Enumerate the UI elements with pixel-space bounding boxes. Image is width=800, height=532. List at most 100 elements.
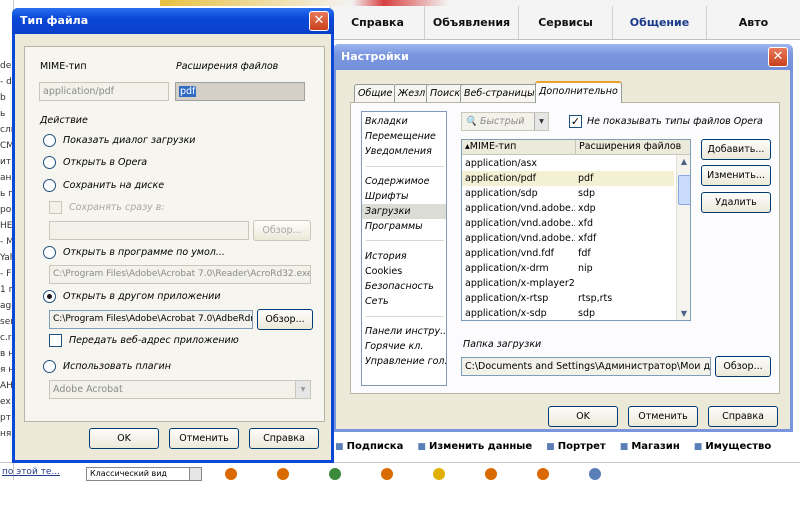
settings-cancel-button[interactable]: Отменить xyxy=(628,406,698,427)
column-header-ext[interactable]: Расширения файлов xyxy=(576,140,690,155)
radio-use-plugin[interactable] xyxy=(43,360,56,373)
filetype-cancel-button[interactable]: Отменить xyxy=(169,428,239,449)
add-button[interactable]: Добавить... xyxy=(701,139,771,160)
scroll-down-icon[interactable]: ▼ xyxy=(677,307,690,320)
mime-row[interactable]: application/vnd.adobe.x...xdp xyxy=(462,201,674,216)
bottom-link[interactable]: по этой те... xyxy=(2,467,60,477)
tab-webpages[interactable]: Веб-страницы xyxy=(460,84,539,102)
radio-show-download-dialog[interactable] xyxy=(43,134,56,147)
mime-cell: application/x-drm xyxy=(465,263,549,274)
mime-list-scrollbar[interactable]: ▲ ▼ xyxy=(676,155,690,320)
footer-link[interactable]: Имущество xyxy=(694,441,771,452)
save-directly-checkbox[interactable] xyxy=(49,201,62,214)
settings-titlebar[interactable]: Настройки ✕ xyxy=(333,44,793,70)
mime-row[interactable]: application/x-sdp sdp xyxy=(462,306,674,320)
nav-tab-communication[interactable]: Общение xyxy=(612,6,706,39)
filetype-titlebar[interactable]: Тип файла ✕ xyxy=(12,8,334,34)
radio-save-to-disk[interactable] xyxy=(43,179,56,192)
close-icon[interactable]: ✕ xyxy=(768,47,788,67)
mime-cell: application/x-sdp xyxy=(465,308,547,319)
footer-link[interactable]: Подписка xyxy=(335,441,404,452)
pass-url-checkbox[interactable] xyxy=(49,334,62,347)
mime-row[interactable]: application/vnd.adobe.x...xfdf xyxy=(462,231,674,246)
category-item[interactable]: История xyxy=(362,249,446,264)
mime-row[interactable]: application/vnd.adobe.x...xfd xyxy=(462,216,674,231)
save-directly-browse-button[interactable]: Обзор... xyxy=(253,220,311,241)
mime-row[interactable]: application/pdf pdf xyxy=(462,171,674,186)
mime-row[interactable]: application/x-rtsp rtsp,rts xyxy=(462,291,674,306)
category-item[interactable]: Панели инстру... xyxy=(362,324,446,339)
app-icon[interactable] xyxy=(381,468,393,480)
scrollbar-thumb[interactable] xyxy=(678,175,690,205)
quick-find-input[interactable]: 🔍 Быстрый ▾ xyxy=(461,112,549,131)
category-item[interactable]: Горячие кл. xyxy=(362,339,446,354)
option-show-download-dialog: Показать диалог загрузки xyxy=(63,135,196,146)
settings-ok-button[interactable]: OK xyxy=(548,406,618,427)
footer-link[interactable]: Магазин xyxy=(620,441,679,452)
default-app-path[interactable]: C:\Program Files\Adobe\Acrobat 7.0\Reade… xyxy=(49,265,311,284)
mime-cell: application/sdp xyxy=(465,188,538,199)
mime-type-field[interactable]: application/pdf xyxy=(39,82,169,101)
mime-row[interactable]: application/x-mplayer2 xyxy=(462,276,674,291)
rss-icon[interactable] xyxy=(225,468,237,480)
tab-search[interactable]: Поиск xyxy=(426,84,465,102)
settings-help-button[interactable]: Справка xyxy=(708,406,778,427)
view-select-value: Классический вид xyxy=(90,469,167,478)
mime-row[interactable]: application/asx xyxy=(462,156,674,171)
radio-open-in-opera[interactable] xyxy=(43,156,56,169)
mime-type-list[interactable]: ▴MIME-тип Расширения файлов application/… xyxy=(461,139,691,321)
category-item[interactable]: Перемещение xyxy=(362,129,446,144)
other-app-path[interactable]: C:\Program Files\Adobe\Acrobat 7.0\AdbeR… xyxy=(49,310,253,329)
column-header-mime[interactable]: ▴MIME-тип xyxy=(462,140,576,155)
category-item[interactable]: Безопасность xyxy=(362,279,446,294)
background-nav: Справка Объявления Сервисы Общение Авто xyxy=(330,6,800,40)
delete-button[interactable]: Удалить xyxy=(701,192,771,213)
mime-row[interactable]: application/sdp sdp xyxy=(462,186,674,201)
app-icon[interactable] xyxy=(537,468,549,480)
nav-tab-services[interactable]: Сервисы xyxy=(518,6,612,39)
other-app-browse-button[interactable]: Обзор... xyxy=(257,309,313,330)
radio-open-other-app[interactable] xyxy=(43,290,56,303)
radio-open-default[interactable] xyxy=(43,246,56,259)
category-item[interactable]: Содержимое xyxy=(362,174,446,189)
app-icon[interactable] xyxy=(485,468,497,480)
filetype-help-button[interactable]: Справка xyxy=(249,428,319,449)
category-item[interactable]: Уведомления xyxy=(362,144,446,159)
footer-link[interactable]: Изменить данные xyxy=(417,441,532,452)
app-icon[interactable] xyxy=(589,468,601,480)
scroll-up-icon[interactable]: ▲ xyxy=(677,155,690,169)
category-item[interactable]: Управление гол... xyxy=(362,354,446,369)
view-select[interactable]: Классический вид xyxy=(86,467,202,481)
extension-field[interactable]: pdf xyxy=(175,82,305,101)
filetype-ok-button[interactable]: OK xyxy=(89,428,159,449)
category-item[interactable]: Вкладки xyxy=(362,114,446,129)
option-open-default: Открыть в программе по умол... xyxy=(63,247,225,258)
app-icon[interactable] xyxy=(329,468,341,480)
edit-button[interactable]: Изменить... xyxy=(701,165,771,186)
tab-wand[interactable]: Жезл xyxy=(394,84,430,102)
category-item[interactable]: Шрифты xyxy=(362,189,446,204)
category-item[interactable]: Cookies xyxy=(362,264,446,279)
mime-row[interactable]: application/x-drm nip xyxy=(462,261,674,276)
download-browse-button[interactable]: Обзор... xyxy=(715,356,771,377)
category-list[interactable]: Вкладки Перемещение Уведомления Содержим… xyxy=(361,111,447,386)
save-directly-path[interactable] xyxy=(49,221,249,240)
download-path-field[interactable]: C:\Documents and Settings\Администратор\… xyxy=(461,357,711,376)
plugin-select[interactable]: Adobe Acrobat ▾ xyxy=(49,380,311,399)
nav-tab-auto[interactable]: Авто xyxy=(706,6,800,39)
tab-general[interactable]: Общие xyxy=(354,84,397,102)
category-item[interactable]: Сеть xyxy=(362,294,446,309)
mime-row[interactable]: application/vnd.fdf fdf xyxy=(462,246,674,261)
mime-label-text: MIME-тип xyxy=(40,61,87,72)
category-item-downloads[interactable]: Загрузки xyxy=(362,204,446,219)
category-item[interactable]: Программы xyxy=(362,219,446,234)
search-icon: 🔍 xyxy=(465,116,477,127)
app-icon[interactable] xyxy=(277,468,289,480)
nav-tab-help[interactable]: Справка xyxy=(330,6,424,39)
nav-tab-ads[interactable]: Объявления xyxy=(424,6,518,39)
close-icon[interactable]: ✕ xyxy=(309,11,329,31)
footer-link[interactable]: Портрет xyxy=(546,441,606,452)
hide-opera-types-checkbox[interactable]: ✓ xyxy=(569,115,582,128)
app-icon[interactable] xyxy=(433,468,445,480)
tab-advanced[interactable]: Дополнительно xyxy=(535,81,622,103)
